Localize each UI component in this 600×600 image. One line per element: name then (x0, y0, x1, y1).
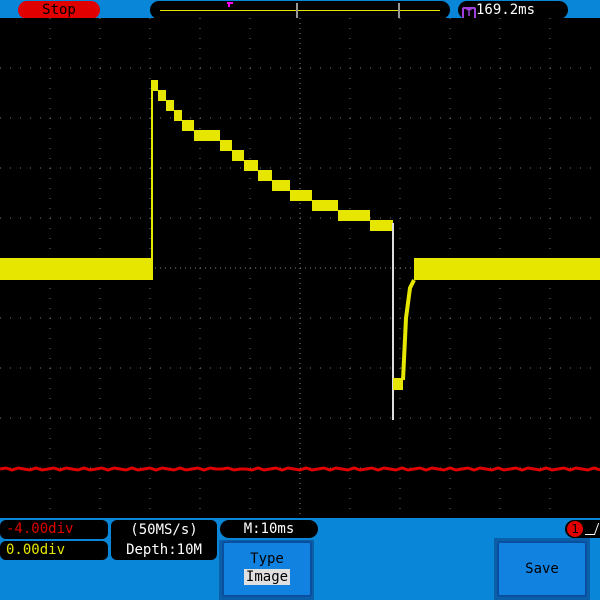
type-value: Image (243, 569, 291, 585)
ch2-decay-step (174, 110, 182, 121)
ch2-decay-step (370, 220, 393, 231)
view-window-right (398, 3, 400, 18)
ch2-decay-step (272, 180, 290, 191)
ch2-baseline-post (414, 258, 600, 280)
ch2-decay-step (220, 140, 232, 151)
ch2-decay-step (258, 170, 272, 181)
timebase: M:10ms (220, 520, 318, 538)
ch2-decay-step (244, 160, 258, 171)
memory-depth: Depth:10M (126, 542, 202, 558)
sample-rate: (50MS/s) (130, 522, 198, 538)
save-button[interactable]: Save (497, 541, 587, 597)
trigger-marker-stem (228, 3, 230, 7)
type-label: Type (250, 551, 284, 567)
trigger-time: 169.2ms (476, 2, 536, 18)
waveform-display[interactable] (0, 18, 600, 518)
memory-position-bar[interactable] (150, 1, 450, 19)
ch2-decay-step (312, 200, 338, 211)
ch2-decay-step (152, 80, 158, 91)
ch2-decay-step (290, 190, 312, 201)
ch2-decay-step (158, 90, 166, 101)
ch2-decay-step (166, 100, 174, 111)
ch2-offset: 0.00div (0, 541, 108, 560)
ch2-decay-step (194, 130, 220, 141)
ch2-decay-step (182, 120, 194, 131)
ch1-offset: -4.00div (0, 520, 108, 539)
view-window-left (296, 3, 298, 18)
top-status-bar: Stop T 169.2ms (0, 0, 600, 21)
type-button[interactable]: Type Image (222, 541, 312, 597)
trigger-channel: 1 (567, 521, 583, 537)
rising-edge-icon (584, 523, 600, 535)
run-stop-indicator[interactable]: Stop (18, 1, 100, 19)
acquisition-info: (50MS/s) Depth:10M (111, 520, 217, 560)
ch2-baseline-pre (0, 258, 152, 280)
ch2-decay-step (232, 150, 244, 161)
ch2-recovery (401, 279, 416, 381)
trigger-time-display: T 169.2ms (458, 1, 568, 21)
ch2-decay-step (338, 210, 370, 221)
trigger-source: 1 (565, 520, 600, 538)
